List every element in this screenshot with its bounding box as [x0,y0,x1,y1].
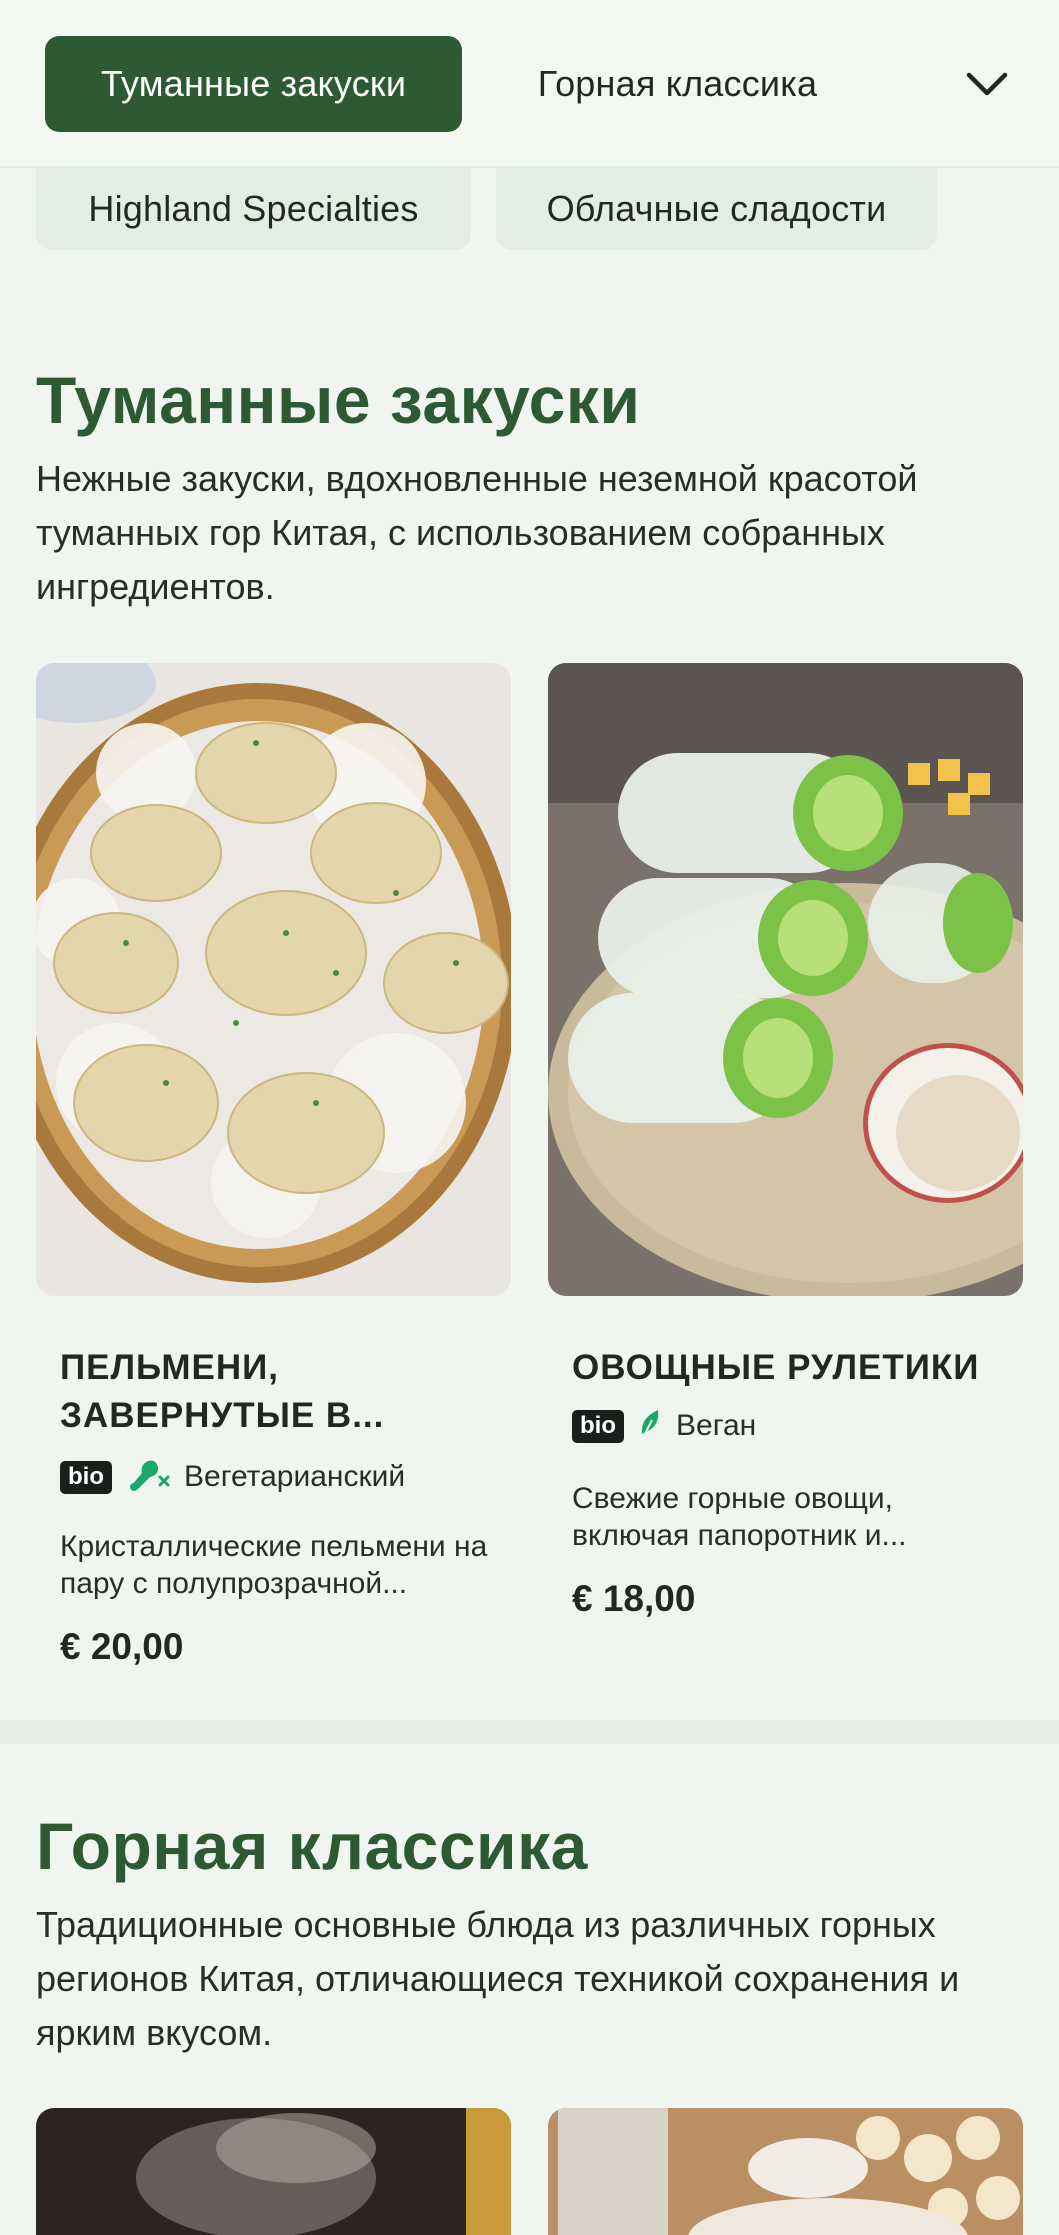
chevron-down-icon[interactable] [955,52,1019,116]
section-title: Туманные закуски [36,363,641,437]
tab-cloud-sweets[interactable]: Облачные сладости [496,168,937,250]
dish-tags: bio Веган [572,1406,756,1446]
section-divider [0,1720,1059,1744]
category-nav: Туманные закуски Горная классика [0,0,1059,168]
diet-label: Веган [676,1409,757,1442]
section-description: Традиционные основные блюда из различных… [36,1904,960,2053]
tab-highland-specialties[interactable]: Highland Specialties [36,168,471,250]
dish-price: € 18,00 [572,1578,696,1619]
tab-misty-appetizers[interactable]: Туманные закуски [45,36,462,132]
dish-image[interactable] [36,2108,511,2235]
dish-image[interactable] [548,2108,1023,2235]
dish-description: Свежие горные овощи, включая папоротник … [572,1482,907,1552]
section-title: Горная классика [36,1809,588,1883]
vegan-leaf-icon [638,1406,662,1446]
dish-description: Кристаллические пельмени на пару с полуп… [60,1530,488,1600]
bio-badge: bio [572,1409,624,1443]
dish-name[interactable]: ОВОЩНЫЕ РУЛЕТИКИ [572,1344,992,1392]
dish-price: € 20,00 [60,1626,184,1667]
bio-badge: bio [60,1460,112,1494]
vegetable-rolls-image[interactable] [548,663,1023,1296]
dish-name[interactable]: ПЕЛЬМЕНИ, ЗАВЕРНУТЫЕ В... [60,1344,480,1440]
vegetarian-icon [126,1455,170,1499]
dumplings-image[interactable] [36,663,511,1296]
diet-label: Вегетарианский [184,1460,406,1493]
tab-mountain-classics[interactable]: Горная классика [500,36,855,132]
section-description: Нежные закуски, вдохновленные неземной к… [36,458,918,607]
dish-tags: bio Вегетарианский [60,1455,405,1499]
